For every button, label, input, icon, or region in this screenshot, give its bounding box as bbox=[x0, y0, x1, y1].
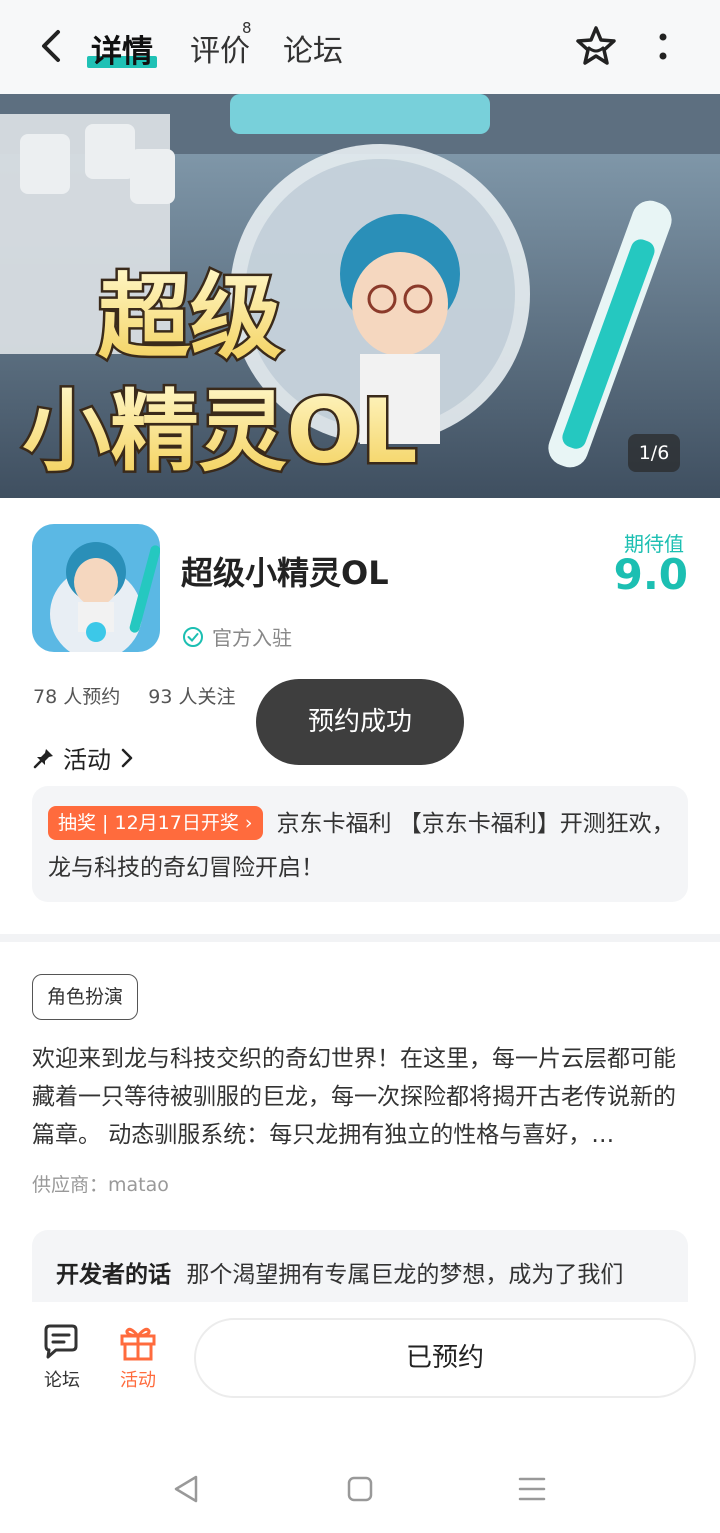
activity-nav-button[interactable]: 活动 bbox=[108, 1322, 168, 1392]
developer-note-text: 那个渴望拥有专属巨龙的梦想，成为了我们 bbox=[186, 1262, 624, 1288]
verified-label: 官方入驻 bbox=[212, 626, 292, 650]
app-stats: 78 人预约 93 人关注 bbox=[33, 682, 257, 709]
system-menu-icon[interactable] bbox=[517, 1475, 547, 1503]
developer-note-card[interactable]: 开发者的话 那个渴望拥有专属巨龙的梦想，成为了我们 bbox=[32, 1230, 688, 1302]
lottery-date: 12月17日开奖 bbox=[114, 812, 239, 834]
back-arrow-icon[interactable] bbox=[36, 26, 68, 66]
gift-icon bbox=[120, 1327, 156, 1361]
forum-nav-button[interactable]: 论坛 bbox=[32, 1322, 92, 1392]
tab-details[interactable]: 详情 bbox=[91, 26, 153, 71]
lottery-chip: 抽奖 | 12月17日开奖 › bbox=[48, 806, 263, 840]
banner-page-counter: 1/6 bbox=[628, 434, 680, 472]
svg-text:超级: 超级 bbox=[98, 264, 282, 371]
reservation-count: 78 人预约 bbox=[33, 686, 121, 708]
bottom-action-bar: 论坛 活动 已预约 bbox=[0, 1302, 720, 1414]
system-navigation-bar bbox=[0, 1414, 720, 1533]
genre-tag[interactable]: 角色扮演 bbox=[32, 974, 139, 1020]
tab-reviews[interactable]: 评价 bbox=[190, 26, 250, 70]
activity-nav-label: 活动 bbox=[120, 1370, 156, 1391]
game-banner-image[interactable]: 超级 小精灵OL bbox=[0, 94, 720, 498]
verified-check-icon bbox=[183, 626, 203, 647]
lottery-type: 抽奖 bbox=[58, 812, 97, 834]
expectation-score: 9.0 bbox=[613, 550, 688, 599]
reviews-count-badge: 8 bbox=[242, 19, 252, 37]
section-divider bbox=[0, 934, 720, 942]
favorite-star-icon[interactable] bbox=[574, 24, 618, 68]
developer-note-label: 开发者的话 bbox=[56, 1262, 171, 1288]
top-header: 详情 评价 8 论坛 bbox=[0, 0, 720, 94]
activity-section-header[interactable]: 活动 bbox=[33, 740, 135, 775]
follower-count: 93 人关注 bbox=[148, 686, 236, 708]
reserved-button[interactable]: 已预约 bbox=[194, 1318, 696, 1398]
system-home-icon[interactable] bbox=[346, 1475, 374, 1503]
activity-card[interactable]: 抽奖 | 12月17日开奖 › 京东卡福利 【京东卡福利】开测狂欢，龙与科技的奇幻… bbox=[32, 786, 688, 902]
official-verified-badge: 官方入驻 bbox=[182, 622, 292, 651]
svg-text:小精灵OL: 小精灵OL bbox=[23, 380, 418, 483]
chevron-right-icon bbox=[121, 748, 133, 767]
supplier-info: 供应商：matao bbox=[32, 1174, 169, 1196]
more-options-icon[interactable] bbox=[656, 32, 670, 62]
pin-icon bbox=[33, 748, 53, 768]
system-back-icon[interactable] bbox=[172, 1474, 202, 1504]
game-description[interactable]: 欢迎来到龙与科技交织的奇幻世界！在这里，每一片云层都可能藏着一只等待被驯服的巨龙… bbox=[32, 1040, 688, 1154]
app-name: 超级小精灵OL bbox=[181, 554, 389, 592]
toast-message: 预约成功 bbox=[256, 679, 464, 765]
forum-nav-label: 论坛 bbox=[44, 1370, 80, 1391]
chat-bubble-icon bbox=[44, 1324, 78, 1359]
app-icon bbox=[32, 524, 160, 652]
tab-forum[interactable]: 论坛 bbox=[283, 26, 343, 70]
activity-heading: 活动 bbox=[63, 746, 111, 774]
